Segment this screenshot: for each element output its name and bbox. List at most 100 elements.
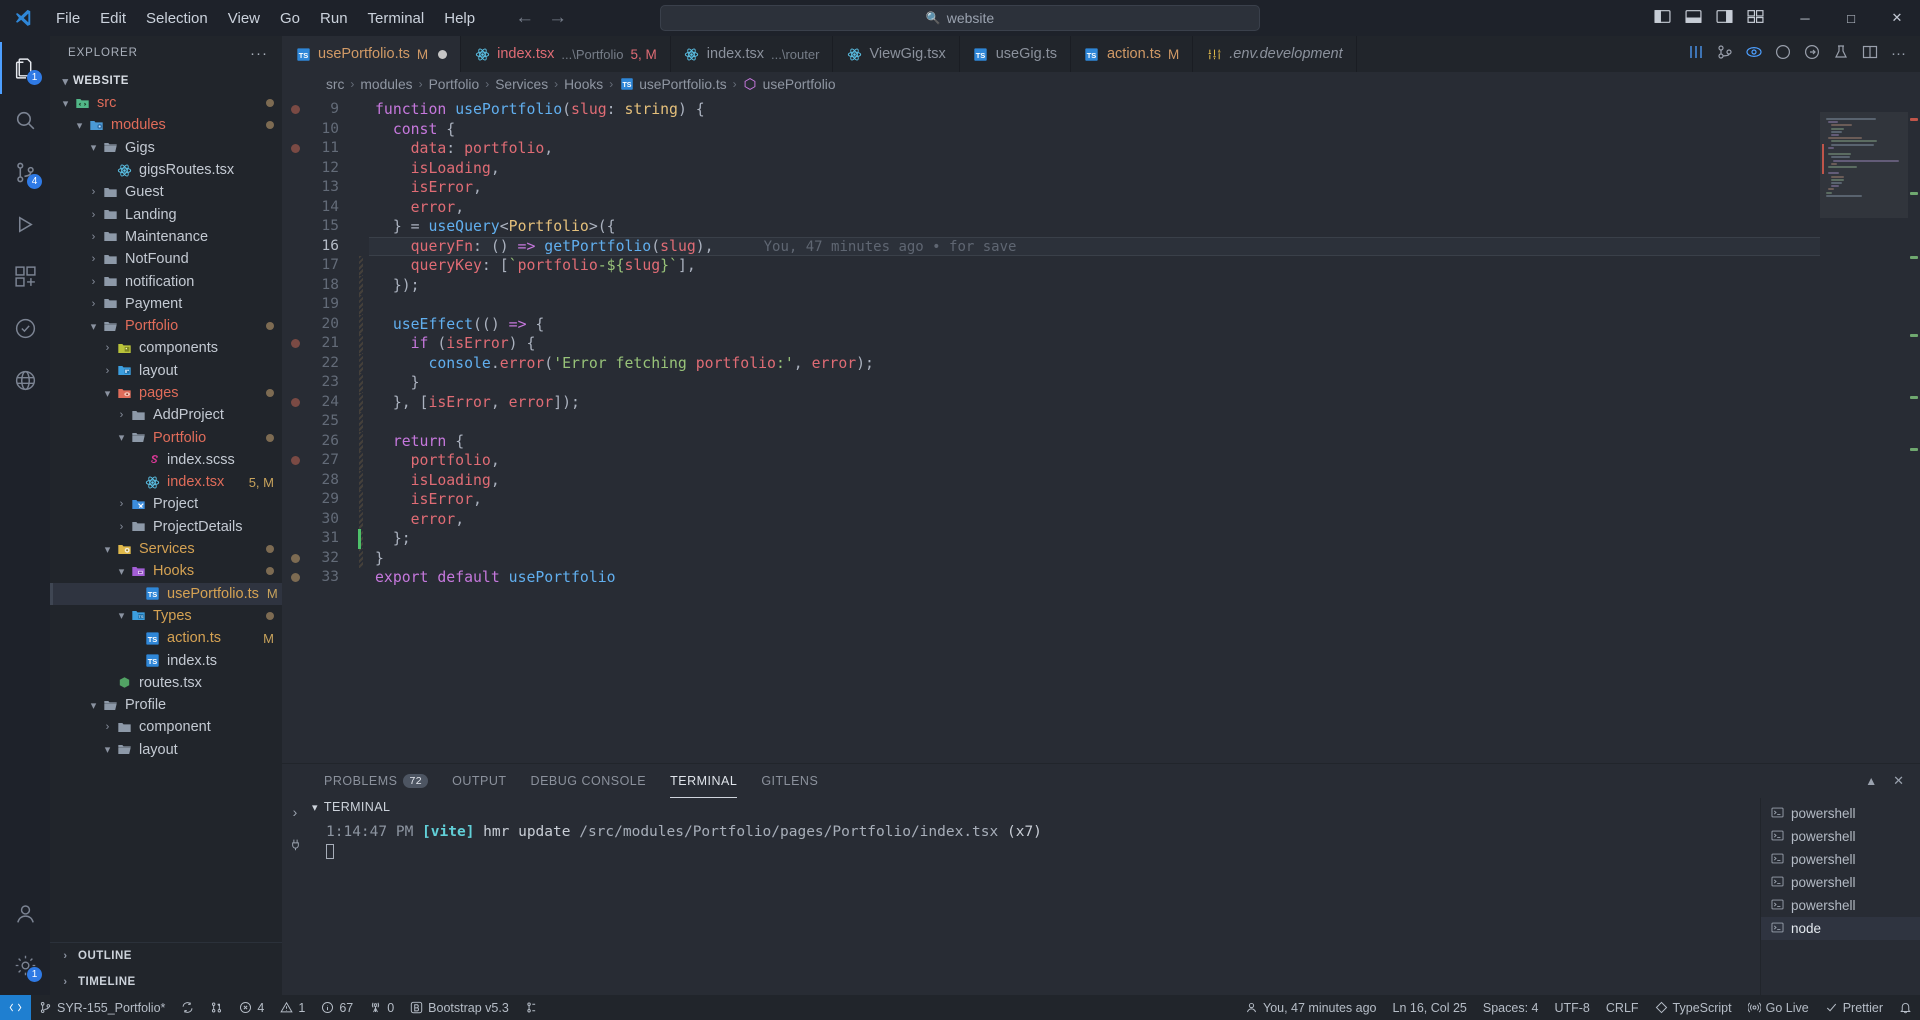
code-lines[interactable]: function usePortfolio(slug: string) { co… (369, 96, 1820, 763)
code-line[interactable]: function usePortfolio(slug: string) { (369, 100, 1820, 120)
activity-explorer[interactable]: 1 (0, 42, 50, 94)
terminal-instance-powershell[interactable]: powershell (1761, 848, 1920, 871)
toggle-panel-icon[interactable] (1685, 8, 1702, 29)
minimap-viewport[interactable] (1820, 112, 1908, 218)
tree-item-payment[interactable]: › Payment (50, 293, 282, 315)
terminal-instance-node[interactable]: node (1761, 917, 1920, 940)
run-arrow-icon[interactable] (1804, 44, 1820, 64)
beaker-icon[interactable] (1833, 44, 1849, 64)
tree-item-index-scss[interactable]: ›index.scss (50, 449, 282, 471)
status-pull-request[interactable] (202, 995, 231, 1020)
status-left[interactable]: SYR-155_Portfolio* 4 1 67 0 Bootstrap v5.3 (0, 995, 546, 1020)
editor-tab-index-tsx[interactable]: index.tsx ...\Portfolio 5, M (461, 36, 671, 72)
status-ports[interactable]: 0 (361, 995, 402, 1020)
code-line[interactable]: if (isError) { (369, 334, 1820, 354)
editor-scrollbar[interactable] (1908, 96, 1920, 763)
command-center-search[interactable]: 🔍 website (660, 5, 1260, 31)
code-line[interactable]: isLoading, (369, 471, 1820, 491)
tree-item-layout[interactable]: ▾ layout (50, 739, 282, 761)
customize-layout-icon[interactable] (1747, 8, 1764, 29)
code-line[interactable]: data: portfolio, (369, 139, 1820, 159)
activity-remote-explorer[interactable] (0, 354, 50, 406)
tree-item-maintenance[interactable]: › Maintenance (50, 226, 282, 248)
panel-tab-terminal[interactable]: TERMINAL (658, 764, 749, 798)
tree-item-index-ts[interactable]: ›TSindex.ts (50, 649, 282, 671)
breadcrumb-item[interactable]: modules (360, 77, 412, 92)
activity-accounts[interactable] (0, 887, 50, 939)
code-area[interactable]: 9 10 11 12 13 14 15 16 17 18 19 20 21 22 23 24 25 26 27 28 2… (282, 96, 1820, 763)
tree-item-project[interactable]: › Project (50, 493, 282, 515)
editor-tab-index-tsx[interactable]: index.tsx ...\router (670, 36, 834, 72)
status-remote-indicator[interactable] (0, 995, 31, 1020)
editor-tabs[interactable]: TS usePortfolio.ts Mindex.tsx ...\Portfolio… (282, 36, 1357, 72)
toggle-primary-sidebar-icon[interactable] (1654, 8, 1671, 29)
code-line[interactable]: } = useQuery<Portfolio>({ (369, 217, 1820, 237)
terminal-output[interactable]: 1:14:47 PM [vite] hmr update /src/module… (308, 822, 1760, 864)
tree-item-pages[interactable]: ▾ pages (50, 382, 282, 404)
menu-selection[interactable]: Selection (136, 6, 218, 31)
status-indentation[interactable]: Spaces: 4 (1475, 995, 1547, 1020)
tree-item-routes-tsx[interactable]: ›routes.tsx (50, 672, 282, 694)
code-line[interactable]: const { (369, 120, 1820, 140)
code-line[interactable]: queryKey: [`portfolio-${slug}`], (369, 256, 1820, 276)
editor-tab-action-ts[interactable]: TS action.ts M (1070, 36, 1194, 72)
status-encoding[interactable]: UTF-8 (1546, 995, 1597, 1020)
status-branch[interactable]: SYR-155_Portfolio* (31, 995, 173, 1020)
status-prettier[interactable]: Prettier (1817, 995, 1891, 1020)
tree-item-index-tsx[interactable]: ›index.tsx5, M (50, 471, 282, 493)
code-line[interactable]: queryFn: () => getPortfolio(slug), You, 4… (369, 236, 1820, 256)
terminal-instance-powershell[interactable]: powershell (1761, 871, 1920, 894)
outline-section[interactable]: › OUTLINE (50, 943, 282, 969)
activity-extensions[interactable] (0, 250, 50, 302)
tree-item-src[interactable]: ▾ src (50, 92, 282, 114)
timeline-section[interactable]: › TIMELINE (50, 969, 282, 995)
editor-tab-viewgig-tsx[interactable]: ViewGig.tsx (833, 36, 960, 72)
code-line[interactable] (369, 412, 1820, 432)
chevron-up-icon[interactable]: ▲ (1865, 774, 1877, 788)
panel-tab-debug-console[interactable]: DEBUG CONSOLE (519, 764, 659, 798)
tree-item-notification[interactable]: › notification (50, 270, 282, 292)
run-icon[interactable] (1775, 44, 1791, 64)
status-gitlens-toggle[interactable] (517, 995, 546, 1020)
tree-item-components[interactable]: › components (50, 337, 282, 359)
tree-item-gigs[interactable]: ▾ Gigs (50, 137, 282, 159)
code-line[interactable]: error, (369, 198, 1820, 218)
breadcrumb-item[interactable]: Services (495, 77, 548, 92)
code-line[interactable]: isError, (369, 490, 1820, 510)
code-line[interactable]: }; (369, 529, 1820, 549)
menu-view[interactable]: View (218, 6, 270, 31)
editor-tab--env-development[interactable]: .env.development (1193, 36, 1357, 72)
folding-column[interactable] (353, 96, 369, 763)
status-bootstrap[interactable]: Bootstrap v5.3 (402, 995, 517, 1020)
back-icon[interactable]: ← (515, 7, 534, 29)
forward-icon[interactable]: → (548, 7, 567, 29)
code-line[interactable] (369, 295, 1820, 315)
tree-item-types[interactable]: ▾ TS Types (50, 605, 282, 627)
tree-item-modules[interactable]: ▾ modules (50, 114, 282, 136)
workspace-root-row[interactable]: ▾ WEBSITE (50, 70, 282, 92)
status-go-live[interactable]: Go Live (1740, 995, 1817, 1020)
terminal-instance-powershell[interactable]: powershell (1761, 894, 1920, 917)
activity-testing[interactable] (0, 302, 50, 354)
close-button[interactable]: ✕ (1874, 0, 1920, 36)
status-blame[interactable]: You, 47 minutes ago (1237, 995, 1385, 1020)
tree-item-portfolio[interactable]: ▾ Portfolio (50, 426, 282, 448)
menu-file[interactable]: File (46, 6, 90, 31)
status-eol[interactable]: CRLF (1598, 995, 1647, 1020)
menu-go[interactable]: Go (270, 6, 310, 31)
breadcrumb[interactable]: src › modules › Portfolio › Services › Hooks › TS u… (282, 72, 1920, 96)
status-cursor-position[interactable]: Ln 16, Col 25 (1385, 995, 1475, 1020)
breadcrumb-item[interactable]: Hooks (564, 77, 603, 92)
status-info[interactable]: 67 (313, 995, 361, 1020)
terminal-instances-list[interactable]: powershell powershell powershell powershell… (1760, 798, 1920, 995)
editor-tab-useportfolio-ts[interactable]: TS usePortfolio.ts M (282, 36, 462, 72)
panel-tab-problems[interactable]: PROBLEMS 72 (312, 764, 440, 798)
tree-item-landing[interactable]: › Landing (50, 203, 282, 225)
terminal-instance-powershell[interactable]: powershell (1761, 825, 1920, 848)
close-panel-icon[interactable]: ✕ (1893, 773, 1904, 789)
code-line[interactable]: return { (369, 432, 1820, 452)
tree-item-component[interactable]: › component (50, 716, 282, 738)
code-line[interactable]: export default usePortfolio (369, 568, 1820, 588)
source-control-graph-icon[interactable] (1717, 44, 1733, 64)
menu-bar[interactable]: File Edit Selection View Go Run Terminal Help (46, 6, 485, 31)
